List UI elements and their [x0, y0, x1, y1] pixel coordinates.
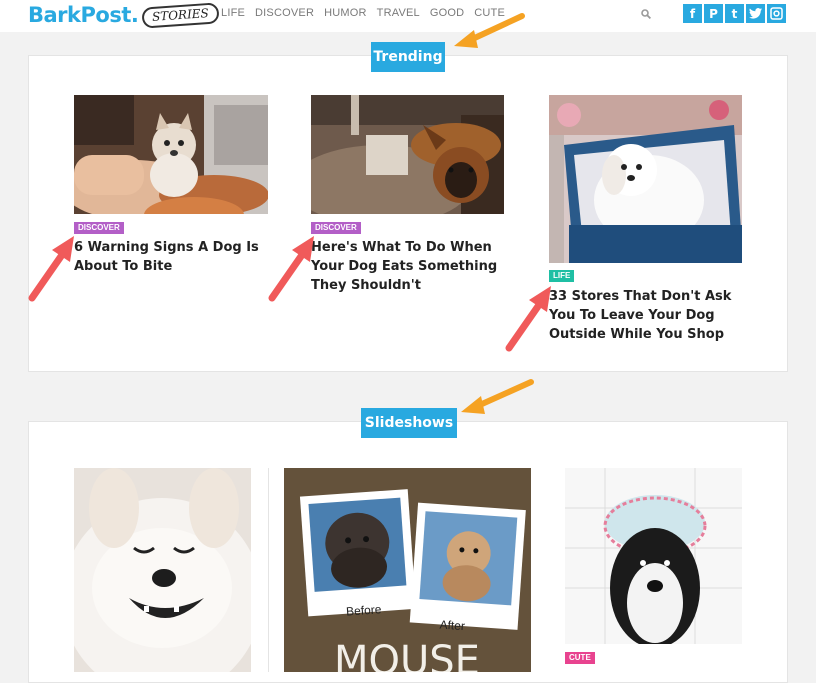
after-caption: After [439, 617, 465, 633]
trending-image-1[interactable] [74, 95, 268, 214]
pinterest-icon[interactable]: P [704, 4, 723, 23]
red-arrow-icon [268, 236, 314, 302]
stories-badge: STORIES [141, 1, 220, 29]
category-badge[interactable]: DISCOVER [74, 222, 124, 234]
category-badge[interactable]: DISCOVER [311, 222, 361, 234]
top-bar: BarkPost. STORIES LIFE DISCOVER HUMOR TR… [0, 0, 816, 32]
nav-life[interactable]: LIFE [221, 7, 245, 19]
red-arrow-icon [28, 236, 74, 302]
slideshow-image-3[interactable] [565, 468, 742, 644]
slideshow-image-1[interactable] [74, 468, 251, 672]
trending-image-2[interactable] [311, 95, 504, 214]
category-badge[interactable]: CUTE [565, 652, 595, 664]
barkpost-logo[interactable]: BarkPost. STORIES [28, 0, 220, 30]
twitter-icon[interactable] [746, 4, 765, 23]
social-links: f P t [683, 4, 786, 23]
slideshow-image-2[interactable]: Before After MOUSE [284, 468, 531, 672]
nav-discover[interactable]: DISCOVER [255, 7, 314, 19]
tumblr-icon[interactable]: t [725, 4, 744, 23]
nav-travel[interactable]: TRAVEL [377, 7, 420, 19]
orange-arrow-icon [454, 13, 525, 48]
trending-title-2[interactable]: Here's What To Do When Your Dog Eats Som… [311, 238, 501, 295]
facebook-icon[interactable]: f [683, 4, 702, 23]
trending-title-3[interactable]: 33 Stores That Don't Ask You To Leave Yo… [549, 287, 749, 344]
mouse-overlay-text: MOUSE [334, 638, 480, 672]
trending-title-1[interactable]: 6 Warning Signs A Dog Is About To Bite [74, 238, 264, 276]
search-icon[interactable] [641, 9, 651, 19]
instagram-icon[interactable] [767, 4, 786, 23]
trending-image-3[interactable] [549, 95, 742, 263]
category-badge[interactable]: LIFE [549, 270, 575, 282]
orange-arrow-icon [461, 379, 534, 414]
red-arrow-icon [505, 286, 551, 352]
before-caption: Before [346, 602, 383, 618]
divider [268, 468, 269, 672]
logo-text: BarkPost. [28, 3, 139, 27]
trending-label[interactable]: Trending [371, 42, 445, 72]
slideshows-label[interactable]: Slideshows [361, 408, 457, 438]
nav-humor[interactable]: HUMOR [324, 7, 367, 19]
